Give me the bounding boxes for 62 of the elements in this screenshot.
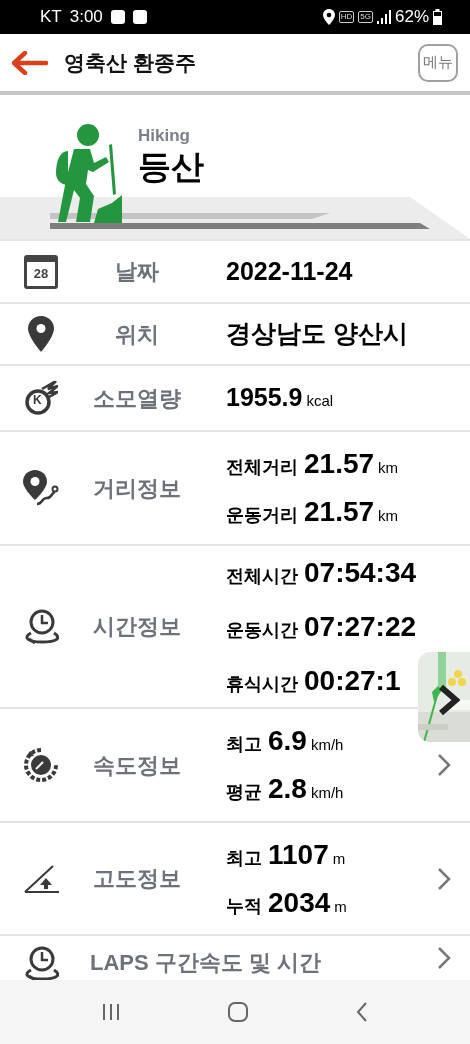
clock-icon (23, 608, 59, 645)
back-icon[interactable] (355, 1001, 369, 1023)
stat-unit: km (378, 458, 399, 478)
notification-icon (132, 10, 147, 24)
stat-unit: m (332, 848, 346, 869)
stat-value: 07:54:34 (304, 555, 417, 590)
speedometer-icon (23, 747, 59, 783)
recent-apps-icon[interactable] (101, 1002, 121, 1022)
location-icon (322, 9, 335, 25)
stat-name: 휴식시간 (226, 672, 298, 696)
calendar-icon: 28 (24, 254, 58, 289)
row-label: LAPS 구간속도 및 시간 (90, 949, 322, 977)
altitude-icon (23, 863, 59, 894)
location-pin-icon (28, 316, 54, 352)
row-label: 소모열량 (92, 384, 182, 413)
page-title: 영축산 환종주 (64, 49, 196, 76)
stat-unit: kcal (306, 391, 334, 412)
stat-name: 운동시간 (226, 618, 298, 642)
stat-unit: km/h (310, 783, 344, 803)
clock-time: 3:00 (69, 6, 103, 29)
stat-value: 1107 (268, 837, 329, 872)
stat-value: 00:27:1 (304, 663, 401, 698)
stat-name: 최고 (226, 733, 262, 756)
stat-value: 07:27:22 (304, 609, 417, 644)
activity-title: 등산 (138, 148, 204, 185)
stat-name: 최고 (226, 846, 262, 870)
stat-name: 전체거리 (226, 456, 298, 479)
stat-value: 6.9 (268, 724, 307, 758)
home-icon[interactable] (227, 1001, 249, 1023)
route-pin-icon (23, 470, 59, 506)
row-label: 시간정보 (92, 613, 182, 641)
stat-name: 평균 (226, 781, 262, 804)
stat-unit: km (378, 506, 399, 526)
carrier-name: KT (40, 6, 62, 29)
network-badge: HD (338, 11, 355, 23)
clock-icon (23, 946, 59, 980)
stat-value: 21.57 (304, 495, 375, 529)
notification-icon (110, 10, 125, 24)
row-label: 거리정보 (92, 474, 182, 503)
row-label: 날짜 (114, 258, 160, 286)
network-badge: 5G (358, 11, 373, 23)
stat-value: 21.57 (304, 447, 375, 481)
row-label: 속도정보 (92, 751, 182, 780)
stat-unit: km/h (310, 735, 344, 755)
stat-unit: m (334, 896, 347, 917)
stat-value: 2.8 (268, 772, 307, 806)
stat-value: 2034 (268, 885, 331, 920)
stat-name: 누적 (226, 894, 262, 918)
row-label: 고도정보 (92, 865, 182, 893)
battery-percent: 62% (394, 6, 429, 29)
stat-value: 경상남도 양산시 (226, 318, 408, 350)
chevron-icon[interactable] (438, 684, 460, 716)
back-icon[interactable] (12, 50, 48, 75)
activity-subtitle: Hiking (138, 125, 191, 147)
stat-name: 운동거리 (226, 504, 298, 527)
stat-value: 2022-11-24 (226, 255, 353, 287)
stat-name: 전체시간 (226, 564, 298, 588)
menu-button[interactable]: 메뉴 (418, 43, 458, 82)
signal-icon (376, 10, 391, 24)
stat-value: 1955.9 (226, 382, 303, 414)
row-label: 위치 (114, 320, 160, 349)
battery-icon (433, 9, 442, 25)
